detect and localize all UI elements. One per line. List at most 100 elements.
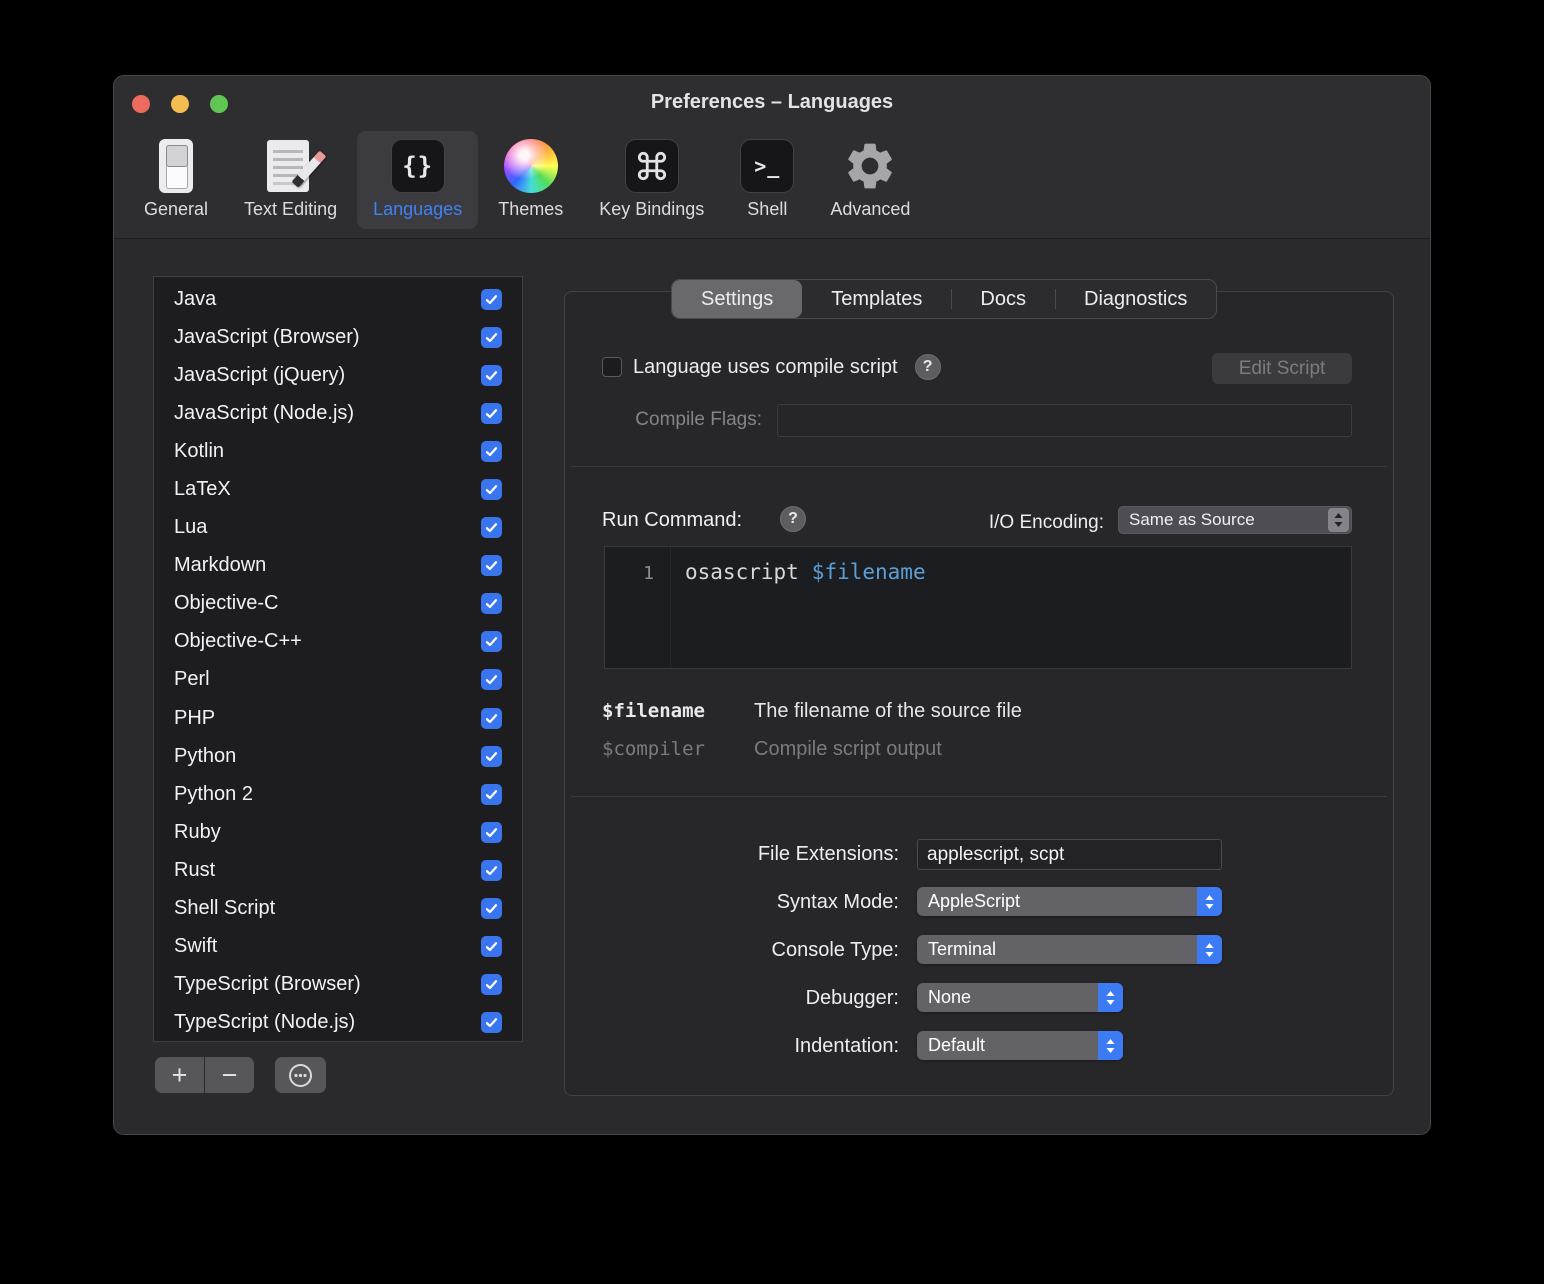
tab-settings[interactable]: Settings xyxy=(672,280,803,318)
language-row[interactable]: Swift xyxy=(154,928,522,966)
toolbar-item-languages[interactable]: {} Languages xyxy=(357,131,479,229)
language-row[interactable]: JavaScript (jQuery) xyxy=(154,356,522,394)
language-name: Objective-C++ xyxy=(174,630,302,653)
language-name: LaTeX xyxy=(174,478,231,501)
variable-row: $compiler Compile script output xyxy=(602,738,942,761)
language-row[interactable]: Objective-C++ xyxy=(154,623,522,661)
language-row[interactable]: Python xyxy=(154,737,522,775)
indentation-popup[interactable]: Default xyxy=(917,1031,1123,1060)
toolbar-item-label: General xyxy=(144,199,209,219)
toolbar-item-label: Shell xyxy=(747,199,788,219)
run-command-label: Run Command: xyxy=(602,509,743,531)
toolbar-item-label: Advanced xyxy=(830,199,911,219)
console-type-popup[interactable]: Terminal xyxy=(917,935,1222,964)
checkmark-icon xyxy=(485,713,498,723)
tab-templates[interactable]: Templates xyxy=(802,280,951,318)
syntax-mode-popup[interactable]: AppleScript xyxy=(917,887,1222,916)
toolbar-item-advanced[interactable]: Advanced xyxy=(814,131,926,229)
language-checkbox[interactable] xyxy=(481,288,502,310)
language-checkbox[interactable] xyxy=(481,402,502,424)
compile-script-checkbox[interactable] xyxy=(602,357,622,377)
toolbar-item-label: Text Editing xyxy=(244,199,338,219)
language-name: PHP xyxy=(174,706,216,729)
language-row[interactable]: Ruby xyxy=(154,813,522,851)
debugger-value: None xyxy=(928,987,972,1007)
add-language-button[interactable]: + xyxy=(155,1057,204,1093)
io-encoding-popup[interactable]: Same as Source xyxy=(1118,506,1352,534)
edit-script-button[interactable]: Edit Script xyxy=(1212,353,1352,384)
language-name: Lua xyxy=(174,516,208,539)
checkmark-icon xyxy=(485,1018,498,1028)
language-name: TypeScript (Node.js) xyxy=(174,1011,356,1034)
line-number: 1 xyxy=(605,547,671,668)
code-command: osascript xyxy=(685,560,799,584)
language-checkbox[interactable] xyxy=(481,783,502,805)
language-row[interactable]: Python 2 xyxy=(154,775,522,813)
language-checkbox[interactable] xyxy=(481,974,502,996)
file-extensions-field[interactable] xyxy=(917,839,1222,870)
language-name: JavaScript (Browser) xyxy=(174,325,360,348)
syntax-mode-label: Syntax Mode: xyxy=(776,891,899,913)
language-checkbox[interactable] xyxy=(481,593,502,615)
more-options-button[interactable] xyxy=(275,1057,326,1093)
language-checkbox[interactable] xyxy=(481,859,502,881)
language-checkbox[interactable] xyxy=(481,326,502,348)
tab-docs[interactable]: Docs xyxy=(951,280,1055,318)
language-name: Swift xyxy=(174,935,218,958)
language-name: Shell Script xyxy=(174,897,276,920)
language-name: Ruby xyxy=(174,820,221,843)
toolbar-item-label: Languages xyxy=(373,199,463,219)
language-list: Java JavaScript (Browser) JavaScript (jQ… xyxy=(153,276,523,1042)
language-checkbox[interactable] xyxy=(481,517,502,539)
language-checkbox[interactable] xyxy=(481,631,502,653)
language-row[interactable]: Perl xyxy=(154,661,522,699)
checkmark-icon xyxy=(485,561,498,571)
checkmark-icon xyxy=(485,370,498,380)
toolbar-item-shell[interactable]: >_ Shell xyxy=(724,131,810,229)
language-row[interactable]: Objective-C xyxy=(154,585,522,623)
language-row[interactable]: JavaScript (Node.js) xyxy=(154,394,522,432)
stepper-icon xyxy=(1328,508,1349,532)
language-checkbox[interactable] xyxy=(481,364,502,386)
language-row[interactable]: Shell Script xyxy=(154,890,522,928)
language-checkbox[interactable] xyxy=(481,707,502,729)
language-row[interactable]: TypeScript (Node.js) xyxy=(154,1004,522,1041)
language-checkbox[interactable] xyxy=(481,898,502,920)
language-checkbox[interactable] xyxy=(481,669,502,691)
gear-icon xyxy=(842,137,898,195)
toolbar-item-text-editing[interactable]: Text Editing xyxy=(228,131,353,229)
language-checkbox[interactable] xyxy=(481,555,502,577)
language-row[interactable]: TypeScript (Browser) xyxy=(154,966,522,1004)
language-row[interactable]: Rust xyxy=(154,851,522,889)
run-command-help-button[interactable]: ? xyxy=(780,506,806,532)
compile-flags-field[interactable] xyxy=(777,404,1352,437)
run-command-editor[interactable]: 1 osascript $filename xyxy=(604,546,1352,669)
checkmark-icon xyxy=(485,637,498,647)
language-checkbox[interactable] xyxy=(481,936,502,958)
language-row[interactable]: LaTeX xyxy=(154,470,522,508)
language-row[interactable]: Lua xyxy=(154,509,522,547)
language-checkbox[interactable] xyxy=(481,745,502,767)
language-row[interactable]: Java xyxy=(154,280,522,318)
debugger-popup[interactable]: None xyxy=(917,983,1123,1012)
language-checkbox[interactable] xyxy=(481,440,502,462)
language-row[interactable]: Markdown xyxy=(154,547,522,585)
language-row[interactable]: JavaScript (Browser) xyxy=(154,318,522,356)
compile-help-button[interactable]: ? xyxy=(914,354,941,380)
language-row[interactable]: PHP xyxy=(154,699,522,737)
language-checkbox[interactable] xyxy=(481,821,502,843)
color-sphere-icon xyxy=(503,137,558,195)
language-checkbox[interactable] xyxy=(481,1012,502,1034)
language-row[interactable]: Kotlin xyxy=(154,432,522,470)
checkmark-icon xyxy=(485,866,498,876)
toolbar-item-themes[interactable]: Themes xyxy=(482,131,579,229)
toolbar-item-general[interactable]: General xyxy=(128,131,224,229)
tab-diagnostics[interactable]: Diagnostics xyxy=(1055,280,1216,318)
braces-icon: {} xyxy=(390,137,445,195)
language-name: Python xyxy=(174,744,237,767)
language-checkbox[interactable] xyxy=(481,479,502,501)
window-title: Preferences – Languages xyxy=(650,91,894,113)
remove-language-button[interactable]: − xyxy=(205,1057,254,1093)
console-type-value: Terminal xyxy=(928,939,997,959)
toolbar-item-key-bindings[interactable]: Key Bindings xyxy=(583,131,720,229)
